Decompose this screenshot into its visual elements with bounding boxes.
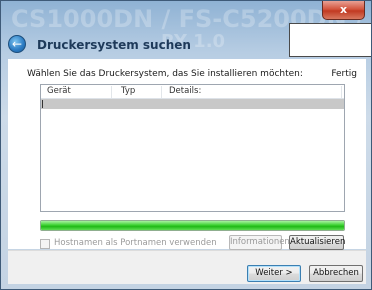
column-divider (161, 86, 162, 98)
hostname-checkbox-label: Hostnamen als Portnamen verwenden (54, 238, 217, 248)
hostname-checkbox[interactable] (40, 239, 50, 249)
window-title: Druckersystem suchen (37, 38, 191, 52)
focus-caret (42, 100, 43, 108)
instruction-text: Wählen Sie das Druckersystem, das Sie in… (27, 69, 303, 79)
next-button[interactable]: Weiter > (247, 265, 301, 282)
back-button[interactable]: ← (8, 35, 26, 53)
status-text: Fertig (331, 69, 357, 79)
column-divider (111, 86, 112, 98)
column-divider (341, 86, 342, 98)
cancel-button[interactable]: Abbrechen (309, 265, 363, 282)
search-progress-bar (40, 220, 345, 231)
info-button[interactable]: Informationen (229, 235, 290, 250)
progress-fill (41, 221, 344, 230)
close-button[interactable]: x (322, 1, 365, 20)
column-header-typ[interactable]: Typ (121, 86, 135, 96)
close-icon: x (339, 3, 348, 16)
column-header-geraet[interactable]: Gerät (47, 86, 71, 96)
column-header-details[interactable]: Details: (169, 86, 201, 96)
printer-list[interactable]: Gerät Typ Details: (40, 84, 345, 212)
installer-window: CS1000DN / FS-C5200DN / FS RY 1.0 x ← Dr… (0, 0, 372, 290)
title-image-box (289, 23, 371, 57)
back-arrow-icon: ← (11, 37, 23, 51)
refresh-button[interactable]: Aktualisieren (289, 235, 345, 250)
list-header: Gerät Typ Details: (41, 85, 344, 99)
list-item[interactable] (41, 99, 344, 109)
